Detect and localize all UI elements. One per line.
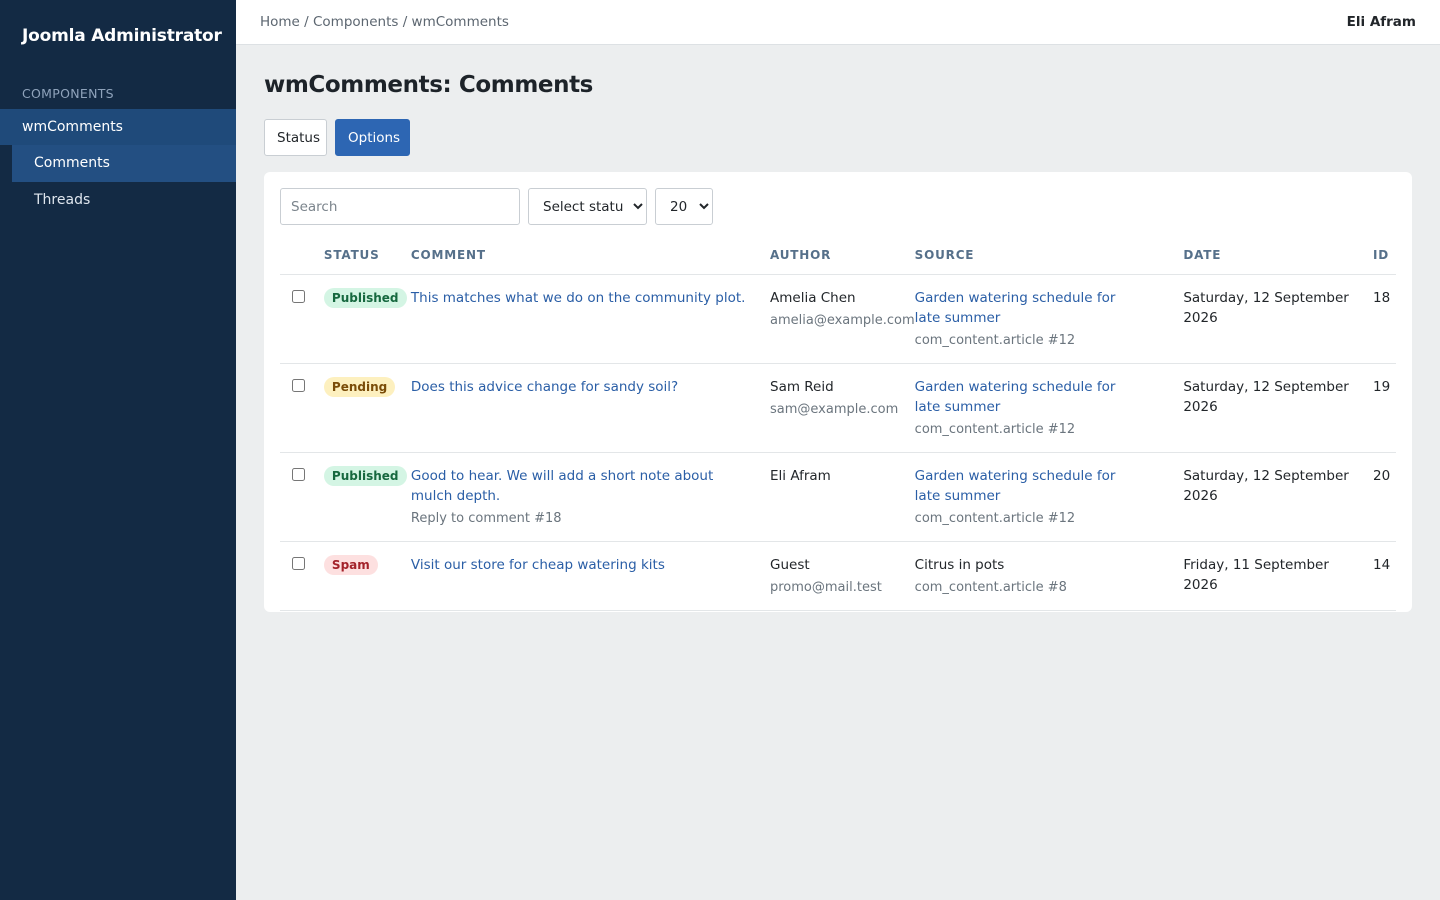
row-checkbox[interactable] [292,556,305,570]
status-cell: Pending [323,363,411,453]
author-email: sam@example.com [770,401,899,417]
header-status[interactable]: STATUS [323,240,411,275]
status-badge[interactable]: Published [323,287,407,308]
source-cell: Garden watering schedule for late summer… [914,274,1184,364]
status-cell: Published [323,452,411,542]
author-cell: Eli Afram [770,452,915,542]
author-email: promo@mail.test [770,579,882,595]
source-cell: Garden watering schedule for late summer… [914,363,1184,453]
row-select-cell [280,452,324,542]
header-date[interactable]: DATE [1183,240,1373,275]
sidebar-section-label: COMPONENTS [22,86,114,101]
author-cell: Guest promo@mail.test [770,541,915,611]
comment-link[interactable]: Visit our store for cheap watering kits [411,557,665,573]
source-cell: Citrus in pots com_content.article #8 [914,541,1184,611]
author-name: Eli Afram [770,467,831,484]
status-filter-select[interactable]: Select status [528,188,647,225]
comment-link[interactable]: Does this advice change for sandy soil? [411,379,678,395]
options-button[interactable]: Options [335,119,410,156]
comments-card: Select status 20 STATUS COMMENT AUTHOR S… [264,172,1412,612]
table-row: Published Good to hear. We will add a sho… [280,452,1396,542]
date-cell: Friday, 11 September 2026 [1183,541,1373,611]
source-cell: Garden watering schedule for late summer… [914,452,1184,542]
status-badge[interactable]: Pending [323,376,396,397]
date-cell: Saturday, 12 September 2026 [1183,274,1373,364]
comment-cell: Visit our store for cheap watering kits [410,541,770,611]
header-id[interactable]: ID [1373,240,1396,275]
row-select-cell [280,541,324,611]
author-name: Sam Reid [770,378,834,395]
source-link[interactable]: Garden watering schedule for late summer [915,290,1116,326]
status-button[interactable]: Status [264,119,327,156]
header-author[interactable]: AUTHOR [770,240,915,275]
comment-cell: This matches what we do on the community… [410,274,770,364]
source-ref: com_content.article #8 [914,579,1067,595]
row-select-cell [280,363,324,453]
comment-cell: Good to hear. We will add a short note a… [410,452,770,542]
table-row: Pending Does this advice change for sandy… [280,363,1396,453]
id-cell: 14 [1373,541,1396,611]
user-menu[interactable]: Eli Afram [1347,14,1416,30]
date-cell: Saturday, 12 September 2026 [1183,363,1373,453]
table-row: Published This matches what we do on the … [280,274,1396,364]
author-cell: Sam Reid sam@example.com [770,363,915,453]
search-input[interactable] [280,188,520,225]
comment-link[interactable]: This matches what we do on the community… [411,290,746,306]
list-limit-select[interactable]: 20 [655,188,713,225]
status-badge[interactable]: Spam [323,554,378,575]
comment-reply-note: Reply to comment #18 [410,510,562,526]
id-cell: 19 [1373,363,1396,453]
sidebar-item-wmcomments[interactable]: wmComments [0,109,236,145]
comments-table: STATUS COMMENT AUTHOR SOURCE DATE ID Pub… [280,240,1396,611]
topbar: Home / Components / wmComments Eli Afram [236,0,1440,45]
id-cell: 20 [1373,452,1396,542]
breadcrumb[interactable]: Home / Components / wmComments [260,14,509,30]
comment-link[interactable]: Good to hear. We will add a short note a… [411,468,713,504]
page-title: wmComments: Comments [264,72,593,98]
table-row: Spam Visit our store for cheap watering k… [280,541,1396,611]
sidebar-item-threads[interactable]: Threads [12,182,236,219]
source-link[interactable]: Garden watering schedule for late summer [915,379,1116,415]
source-link[interactable]: Garden watering schedule for late summer [915,468,1116,504]
row-checkbox[interactable] [292,467,305,481]
row-select-cell [280,274,324,364]
source-ref: com_content.article #12 [914,510,1076,526]
row-checkbox[interactable] [292,289,305,303]
sidebar-item-comments[interactable]: Comments [12,145,236,182]
header-select [280,240,324,275]
status-badge[interactable]: Published [323,465,407,486]
status-cell: Spam [323,541,411,611]
comment-cell: Does this advice change for sandy soil? [410,363,770,453]
header-comment[interactable]: COMMENT [410,240,770,275]
author-cell: Amelia Chen amelia@example.com [770,274,915,364]
source-ref: com_content.article #12 [914,332,1076,348]
brand-title: Joomla Administrator [22,26,222,46]
source-link: Citrus in pots [914,556,1005,573]
table-body: Published This matches what we do on the … [280,274,1396,611]
id-cell: 18 [1373,274,1396,364]
table-header-row: STATUS COMMENT AUTHOR SOURCE DATE ID [280,240,1396,275]
source-ref: com_content.article #12 [914,421,1076,437]
sidebar: Joomla Administrator COMPONENTS wmCommen… [0,0,236,900]
date-cell: Saturday, 12 September 2026 [1183,452,1373,542]
author-email: amelia@example.com [770,312,915,328]
author-name: Guest [770,556,810,573]
status-cell: Published [323,274,411,364]
row-checkbox[interactable] [292,378,305,392]
header-source[interactable]: SOURCE [914,240,1184,275]
author-name: Amelia Chen [770,289,856,306]
